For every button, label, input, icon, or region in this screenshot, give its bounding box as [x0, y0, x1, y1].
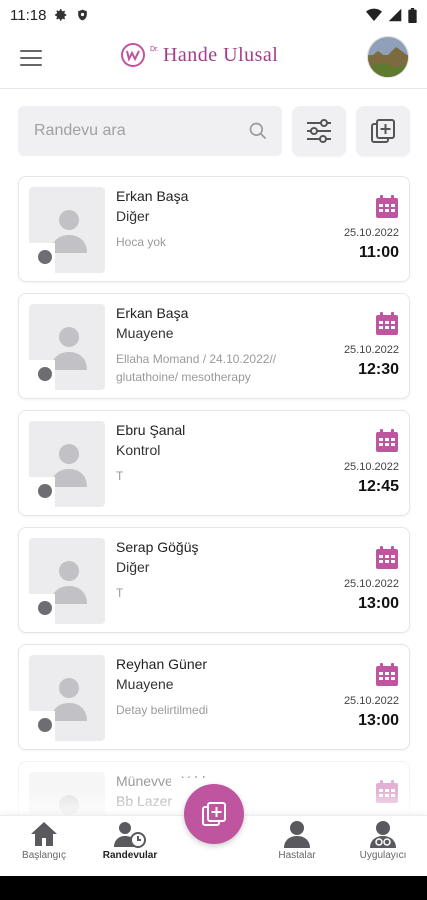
appointment-type: Diğer [116, 208, 150, 224]
status-dot [38, 718, 52, 732]
status-dot [38, 484, 52, 498]
logo-text: Hande Ulusal [162, 43, 279, 66]
nav-item-home[interactable]: Başlangıç [4, 820, 84, 872]
patient-photo-placeholder [29, 187, 105, 273]
appointment-card[interactable]: Reyhan Güner Muayene Detay belirtilmedi … [18, 644, 410, 750]
appointment-type: Kontrol [116, 442, 161, 458]
appointment-date: 25.10.2022 [343, 461, 399, 473]
battery-icon [408, 7, 417, 23]
brand-logo: Dr. Hande Ulusal [120, 42, 278, 68]
status-dot [38, 250, 52, 264]
search-icon[interactable] [248, 121, 268, 141]
appointment-date: 25.10.2022 [343, 227, 399, 239]
status-time: 11:18 [10, 6, 47, 24]
appointments-icon [114, 822, 146, 848]
appointment-time: 13:00 [358, 712, 399, 729]
nav-label-patients: Hastalar [278, 850, 316, 861]
patient-name: Erkan Başa [116, 305, 189, 321]
nav-item-patients[interactable]: Hastalar [257, 820, 337, 872]
appointment-time: 11:00 [358, 244, 399, 261]
nav-item-practitioner[interactable]: Uygulayıcı [343, 820, 423, 872]
person-placeholder-icon [51, 444, 87, 487]
nav-label-appointments: Randevular [102, 850, 158, 861]
appointment-type: Muayene [116, 676, 174, 692]
add-copy-icon [371, 119, 395, 143]
search-input[interactable] [34, 122, 248, 140]
hamburger-menu-icon [20, 50, 42, 66]
appointment-note: Detay belirtilmedi [116, 703, 209, 717]
search-row [18, 106, 410, 158]
practitioner-icon [370, 821, 396, 848]
user-avatar[interactable] [367, 36, 409, 78]
calendar-icon [376, 546, 398, 569]
app-screen: 11:18 Dr. Hande Ulusal Randevu ara Erkan… [0, 0, 427, 900]
patient-photo-placeholder [29, 655, 105, 741]
appointment-date: 25.10.2022 [343, 695, 399, 707]
nav-label-practitioner: Uygulayıcı [359, 850, 407, 861]
patient-photo-placeholder [29, 538, 105, 624]
shield-icon [78, 9, 88, 21]
calendar-icon [376, 663, 398, 686]
calendar-icon [376, 312, 398, 335]
filter-button[interactable] [292, 106, 346, 156]
patient-name: Ebru Şanal [116, 422, 186, 438]
patient-name: Erkan Başa [116, 188, 189, 204]
app-header: Dr. Hande Ulusal [0, 30, 427, 86]
patient-photo-placeholder [29, 421, 105, 507]
wifi-icon [366, 8, 382, 21]
menu-button[interactable] [18, 45, 44, 71]
appointment-time: 12:45 [358, 478, 399, 495]
appointment-card[interactable]: Erkan Başa Muayene Ellaha Momand / 24.10… [18, 293, 410, 399]
appointment-note: T [116, 469, 124, 483]
patient-name: Reyhan Güner [116, 656, 208, 672]
new-appointment-fab[interactable] [184, 784, 244, 844]
logo-prefix: Dr. [150, 46, 159, 53]
sliders-filter-icon [307, 119, 331, 143]
appointment-date: 25.10.2022 [343, 578, 399, 590]
patient-photo-placeholder [29, 304, 105, 390]
patient-name: Serap Göğüş [116, 539, 199, 555]
person-placeholder-icon [51, 327, 87, 370]
calendar-icon [376, 429, 398, 452]
appointment-note: Hoca yok [116, 235, 167, 249]
appointment-note: T [116, 586, 124, 600]
add-copy-icon [202, 802, 226, 826]
appointment-type: Muayene [116, 325, 174, 341]
appointment-time: 13:00 [358, 595, 399, 612]
person-placeholder-icon [51, 210, 87, 253]
avatar-photo [368, 37, 408, 77]
signal-icon [388, 8, 402, 22]
nav-item-appointments[interactable]: Randevular [90, 820, 170, 872]
appointment-time: 12:30 [358, 361, 399, 378]
appointment-type: Diğer [116, 559, 150, 575]
add-appointment-button[interactable] [356, 106, 410, 156]
appointment-list: Erkan Başa Diğer Hoca yok 25.10.2022 11:… [18, 176, 410, 878]
appointment-note: Ellaha Momand / 24.10.2022// glutathoine… [116, 352, 277, 384]
person-placeholder-icon [51, 678, 87, 721]
patients-icon [284, 821, 310, 848]
appointment-date: 25.10.2022 [343, 344, 399, 356]
settings-gear-icon [55, 9, 67, 21]
home-icon [31, 822, 57, 846]
search-box [18, 106, 282, 156]
nav-label-home: Başlangıç [22, 850, 66, 861]
person-placeholder-icon [51, 561, 87, 604]
appointment-card[interactable]: Ebru Şanal Kontrol T 25.10.2022 12:45 [18, 410, 410, 516]
header-divider [0, 88, 427, 89]
status-bar: 11:18 [0, 0, 427, 30]
system-navigation-bar [0, 876, 427, 900]
appointment-card[interactable]: Erkan Başa Diğer Hoca yok 25.10.2022 11:… [18, 176, 410, 282]
appointment-card[interactable]: Serap Göğüş Diğer T 25.10.2022 13:00 [18, 527, 410, 633]
status-dot [38, 601, 52, 615]
calendar-icon [376, 195, 398, 218]
status-dot [38, 367, 52, 381]
logo-mark-icon [121, 43, 145, 67]
